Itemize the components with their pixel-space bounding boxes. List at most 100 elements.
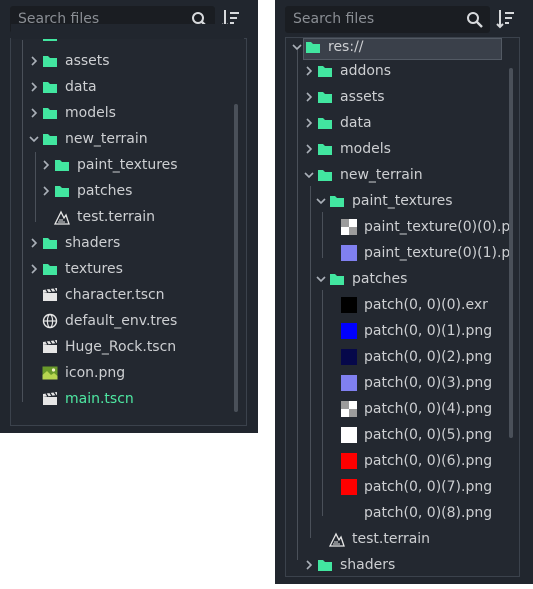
tree-item[interactable]: paint_texture(0)(0).p — [327, 214, 510, 240]
tree-item-label: default_env.tres — [65, 313, 178, 329]
tree-item[interactable]: Huge_Rock.tscn — [28, 334, 176, 360]
chevron-right-icon — [306, 144, 313, 154]
tree-item-root[interactable]: res:// — [291, 34, 364, 60]
terrain-icon — [54, 210, 70, 225]
tree-item[interactable]: data — [303, 110, 372, 136]
folder-icon — [43, 134, 57, 145]
folder-icon — [43, 264, 57, 275]
tree-scrollbar[interactable] — [234, 104, 238, 412]
tree-item[interactable]: patch(0, 0)(6).png — [327, 448, 492, 474]
tree-item[interactable]: new_terrain — [28, 126, 148, 152]
globe-icon — [42, 313, 58, 329]
tree-item-label: addons — [340, 63, 392, 79]
sort-icon[interactable] — [495, 8, 517, 30]
tree-item-label: assets — [340, 89, 385, 105]
tree-item[interactable]: main.tscn — [28, 386, 134, 412]
tree-item-label: shaders — [340, 557, 396, 573]
tree-guide-line — [322, 212, 323, 258]
tree-item-label: patch(0, 0)(0).exr — [364, 297, 488, 313]
tree-item-label: patch(0, 0)(3).png — [364, 375, 493, 391]
tree-item-label: test.terrain — [352, 531, 431, 547]
tree-item-label: new_terrain — [65, 131, 148, 147]
texture-thumbnail-icon — [341, 323, 357, 339]
tree-item[interactable]: patch(0, 0)(2).png — [327, 344, 492, 370]
tree-item[interactable]: patches — [40, 178, 132, 204]
tree-item-label: patch(0, 0)(8).png — [364, 505, 493, 521]
tree-item[interactable]: data — [28, 74, 97, 100]
texture-thumbnail-icon — [341, 219, 357, 235]
scene-icon — [43, 288, 57, 301]
folder-icon — [55, 186, 69, 197]
tree-item[interactable]: assets — [303, 84, 385, 110]
chevron-right-icon — [31, 264, 38, 274]
search-input[interactable]: Search files — [293, 11, 458, 27]
tree-item[interactable]: assets — [28, 48, 110, 74]
folder-icon — [43, 108, 57, 119]
tree-item-label: patches — [352, 271, 408, 287]
texture-thumbnail-icon — [341, 245, 357, 261]
folder-icon — [306, 42, 320, 53]
tree-item-label: paint_textures — [352, 193, 453, 209]
tree-item-label: shaders — [65, 235, 121, 251]
search-icon[interactable] — [466, 11, 484, 29]
tree-item-label: data — [340, 115, 372, 131]
tree-item[interactable]: paint_texture(0)(1).p — [327, 240, 510, 266]
tree-item-label: icon.png — [65, 365, 126, 381]
tree-item[interactable]: textures — [28, 256, 123, 282]
tree-item[interactable]: addons — [303, 58, 391, 84]
tree-item[interactable]: icon.png — [28, 360, 125, 386]
tree-item[interactable]: new_terrain — [303, 162, 423, 188]
texture-thumbnail-icon — [341, 375, 357, 391]
tree-item-label: character.tscn — [65, 287, 165, 303]
folder-icon — [43, 82, 57, 93]
tree-item-label: patch(0, 0)(7).png — [364, 479, 493, 495]
tree-item-label: textures — [65, 261, 123, 277]
tree-item[interactable]: patch(0, 0)(5).png — [327, 422, 492, 448]
texture-thumbnail-icon — [341, 427, 357, 443]
tree-item-label: assets — [65, 53, 110, 69]
tree-guide-line — [297, 50, 298, 560]
chevron-down-icon — [316, 276, 326, 283]
tree-item[interactable]: patches — [315, 266, 407, 292]
folder-icon — [43, 238, 57, 249]
tree-item[interactable]: patch(0, 0)(1).png — [327, 318, 492, 344]
texture-thumbnail-icon — [341, 453, 357, 469]
tree-item[interactable]: patch(0, 0)(0).exr — [327, 292, 488, 318]
folder-icon — [330, 274, 344, 285]
folder-icon — [55, 160, 69, 171]
scene-icon — [43, 340, 57, 353]
chevron-right-icon — [306, 66, 313, 76]
tree-item[interactable]: paint_textures — [40, 152, 178, 178]
tree-item[interactable]: shaders — [303, 552, 395, 578]
tree-item[interactable]: patch(0, 0)(8).png — [327, 500, 492, 526]
tree-item[interactable]: shaders — [28, 230, 120, 256]
chevron-right-icon — [31, 238, 38, 248]
folder-icon — [43, 56, 57, 67]
folder-icon — [318, 560, 332, 571]
tree-item-label: Huge_Rock.tscn — [65, 339, 177, 355]
tree-item[interactable]: default_env.tres — [28, 308, 177, 334]
chevron-right-icon — [306, 92, 313, 102]
tree-item-label: patch(0, 0)(2).png — [364, 349, 493, 365]
search-box: Search files — [285, 6, 490, 33]
tree-item-label: data — [65, 79, 97, 95]
tree-item[interactable]: models — [303, 136, 391, 162]
texture-thumbnail-icon — [341, 479, 357, 495]
chevron-right-icon — [31, 56, 38, 66]
chevron-right-icon — [43, 186, 50, 196]
folder-icon — [318, 92, 332, 103]
tree-item[interactable]: test.terrain — [315, 526, 430, 552]
chevron-right-icon — [306, 560, 313, 570]
tree-item[interactable]: patch(0, 0)(7).png — [327, 474, 492, 500]
tree-item[interactable]: test.terrain — [40, 204, 155, 230]
tree-item[interactable]: patch(0, 0)(4).png — [327, 396, 492, 422]
tree-item[interactable]: models — [28, 100, 116, 126]
tree-item[interactable]: character.tscn — [28, 282, 165, 308]
tree-item[interactable]: patch(0, 0)(3).png — [327, 370, 492, 396]
empty-thumbnail — [341, 505, 357, 521]
tree-scrollbar[interactable] — [509, 68, 513, 438]
tree-item[interactable]: paint_textures — [315, 188, 453, 214]
chevron-right-icon — [306, 118, 313, 128]
filesystem-panel-right: Search files res:// addons assets data model… — [275, 0, 533, 584]
tree-guide-line — [35, 152, 36, 222]
